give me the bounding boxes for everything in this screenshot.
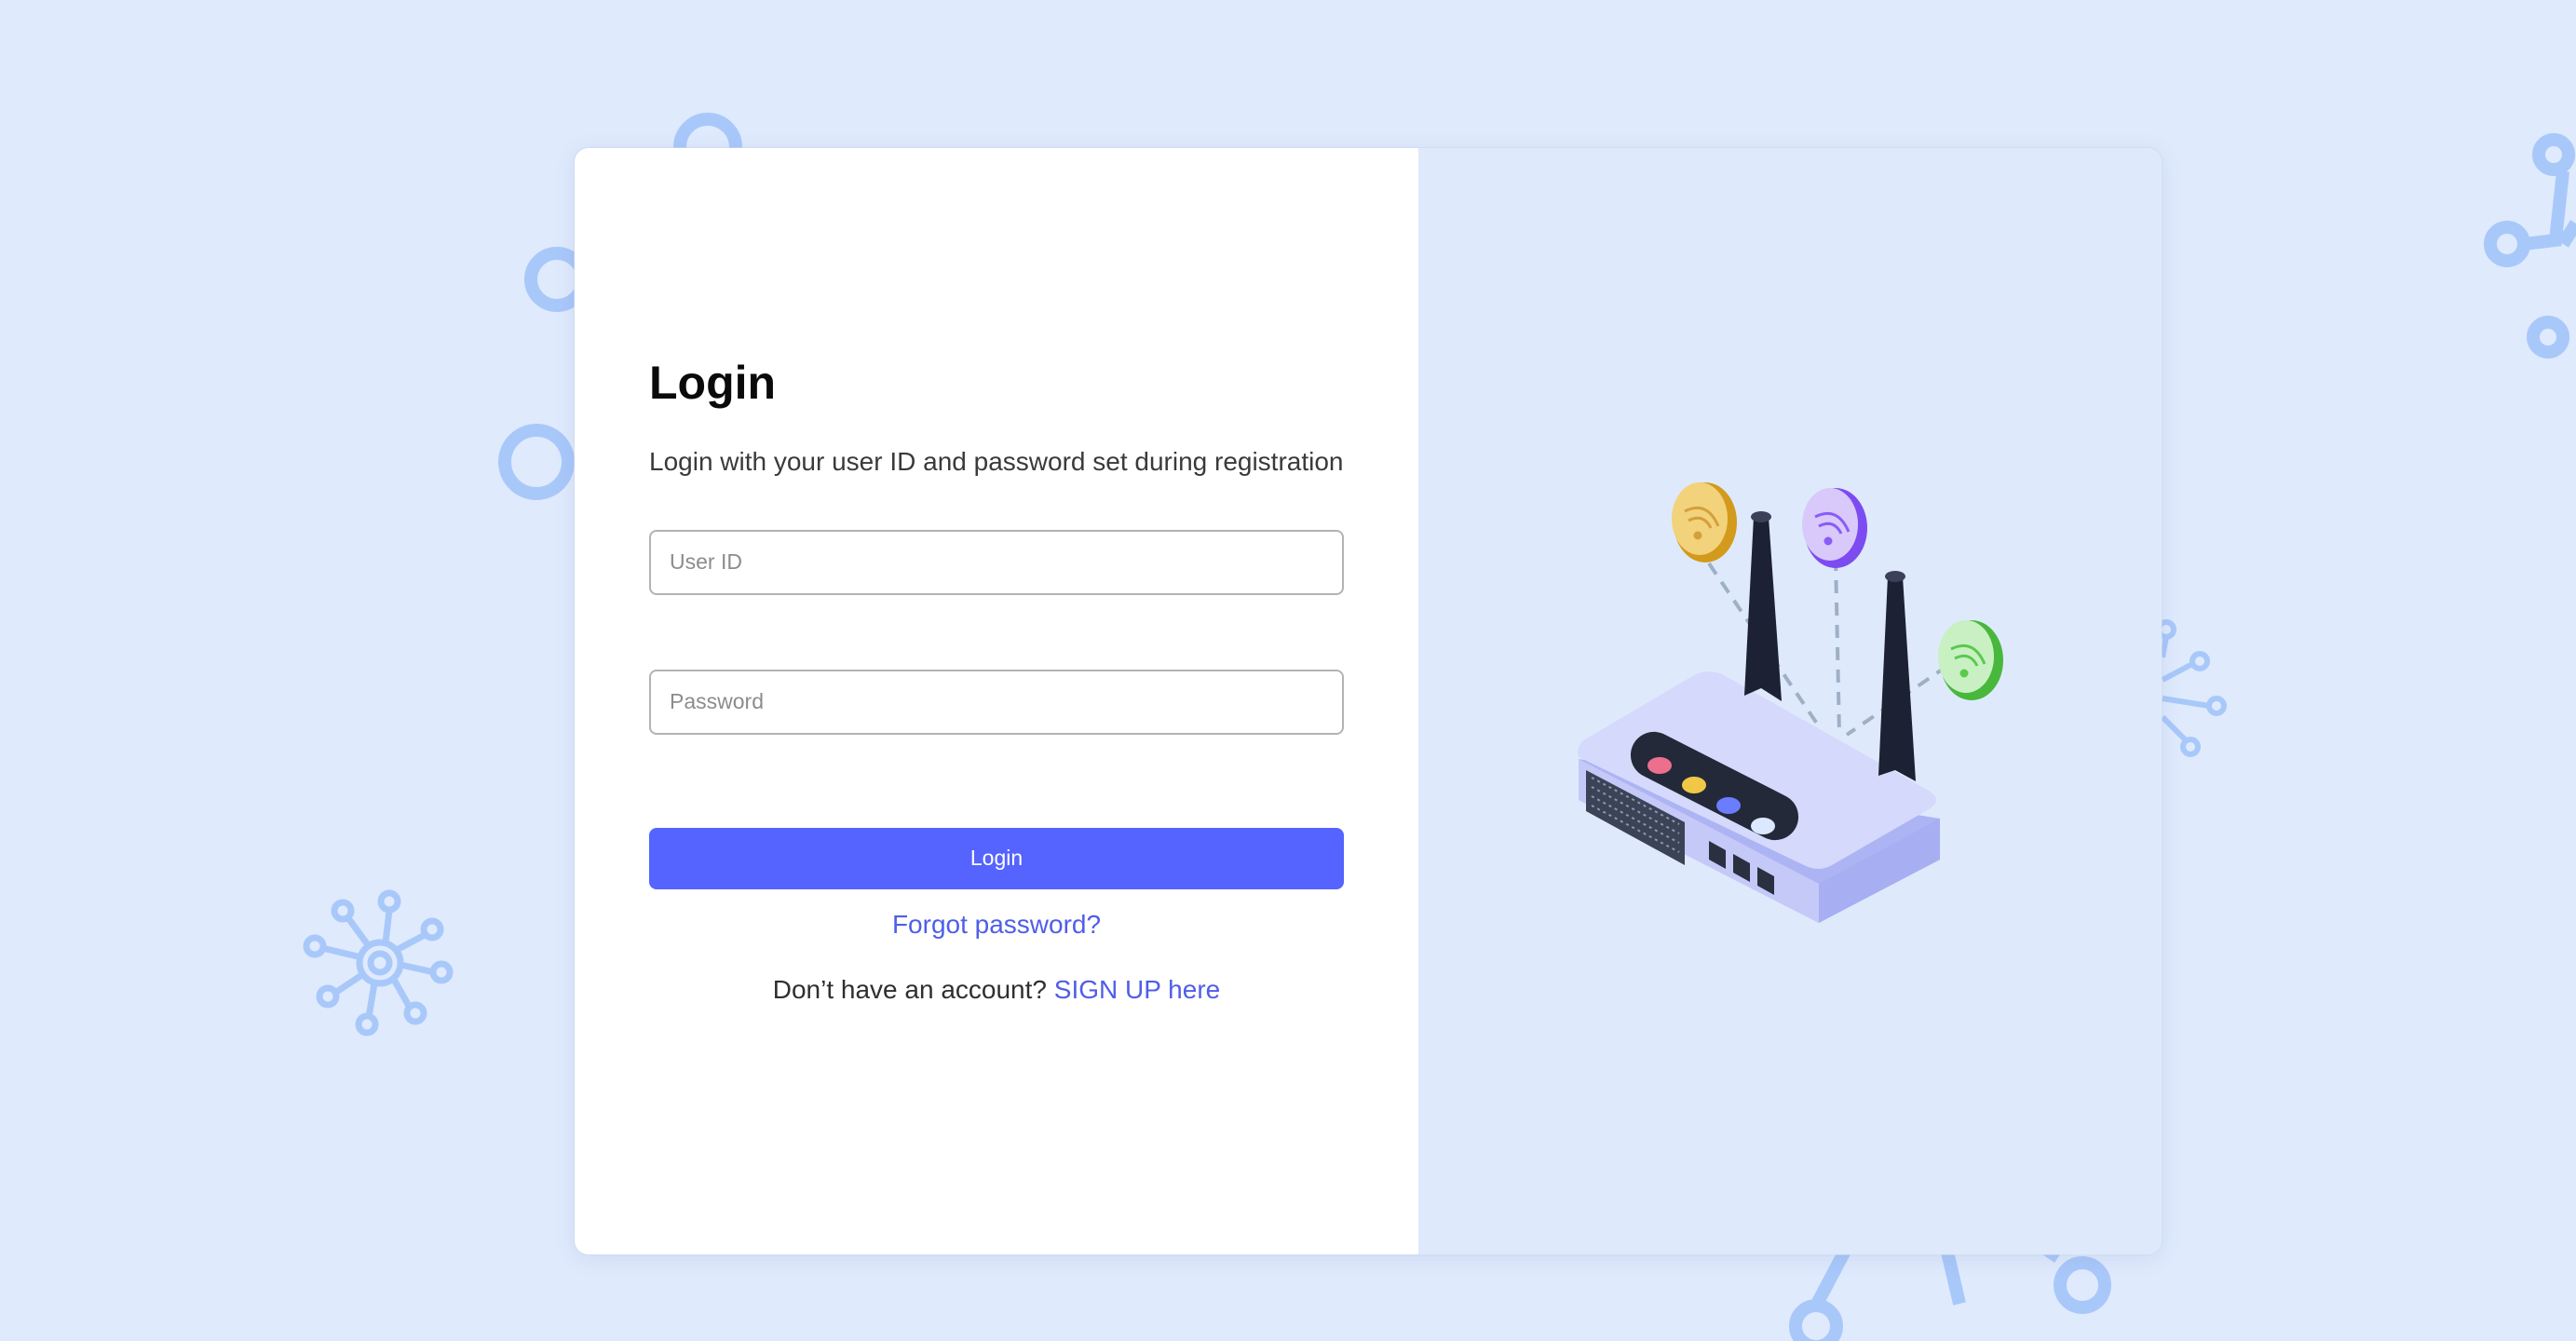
deco-molecule-left xyxy=(303,889,454,1036)
wifi-badge-green xyxy=(1938,620,2003,700)
illustration-panel xyxy=(1418,148,2162,1254)
status-led xyxy=(1682,777,1706,793)
deco-ring xyxy=(2527,316,2569,359)
router-illustration xyxy=(1578,482,2003,923)
user-id-input[interactable] xyxy=(649,529,1344,595)
page-title: Login xyxy=(649,357,777,409)
login-subtitle: Login with your user ID and password set… xyxy=(649,447,1344,476)
router-antenna xyxy=(1878,571,1916,781)
login-form-panel: Login Login with your user ID and passwo… xyxy=(575,148,1418,1254)
wifi-badge-purple xyxy=(1802,488,1867,568)
deco-molecule-right xyxy=(2156,619,2227,757)
status-led xyxy=(1647,757,1672,774)
password-input[interactable] xyxy=(649,669,1344,735)
deco-ring xyxy=(1789,1299,1843,1341)
no-account-text: Don’t have an account? xyxy=(772,974,1047,1004)
signup-prompt: Don’t have an account? SIGN UP here xyxy=(649,975,1344,1005)
wifi-badge-yellow xyxy=(1672,482,1737,562)
deco-ring xyxy=(2054,1256,2111,1314)
signup-link[interactable]: SIGN UP here xyxy=(1054,975,1220,1004)
router-antenna xyxy=(1744,511,1782,701)
login-button[interactable]: Login xyxy=(649,827,1344,889)
login-card: Login Login with your user ID and passwo… xyxy=(574,147,2162,1255)
deco-line xyxy=(2523,170,2569,251)
deco-ring xyxy=(2532,133,2575,176)
forgot-password-link[interactable]: Forgot password? xyxy=(649,910,1344,940)
deco-ring xyxy=(2484,221,2530,267)
deco-ring xyxy=(498,424,575,500)
status-led xyxy=(1751,818,1775,834)
login-form: Login Login with your user ID and passwo… xyxy=(649,355,1344,1005)
status-led xyxy=(1716,797,1741,814)
